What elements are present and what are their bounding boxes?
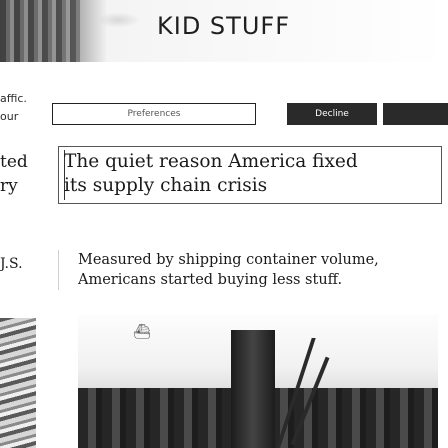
headline-line[interactable]: The quiet reason America fixed [64, 150, 440, 174]
column-divider [58, 250, 59, 290]
headline-line[interactable]: its supply chain crisis [64, 174, 440, 198]
cookie-notice-text: our [0, 110, 19, 123]
adjacent-story-text[interactable]: ry [0, 176, 18, 196]
ship-icon: ⛴ [133, 324, 151, 340]
preferences-button[interactable]: Preferences [52, 103, 256, 125]
accept-button[interactable] [383, 103, 448, 125]
banner-photo-texture [0, 0, 80, 62]
port-crane [276, 338, 438, 448]
adjacent-story-text[interactable]: J.S. [0, 256, 23, 272]
story-summary: Measured by shipping container volume, A… [78, 252, 379, 288]
kid-stuff-logo[interactable]: KID STUFF [157, 12, 290, 40]
container-stack-tower [231, 330, 275, 448]
adjacent-story-thumbnail[interactable] [0, 318, 36, 448]
adjacent-story-text[interactable]: ted [0, 152, 28, 172]
cookie-notice-text: affic. [0, 92, 27, 105]
banner-light-flare [95, 12, 141, 28]
story-headline-link[interactable]: The quiet reason America fixed its suppl… [64, 150, 440, 198]
header-banner-image: KID STUFF [0, 0, 448, 62]
decline-button[interactable]: Decline [287, 103, 377, 125]
story-hero-image[interactable]: ⛴ [78, 314, 438, 448]
